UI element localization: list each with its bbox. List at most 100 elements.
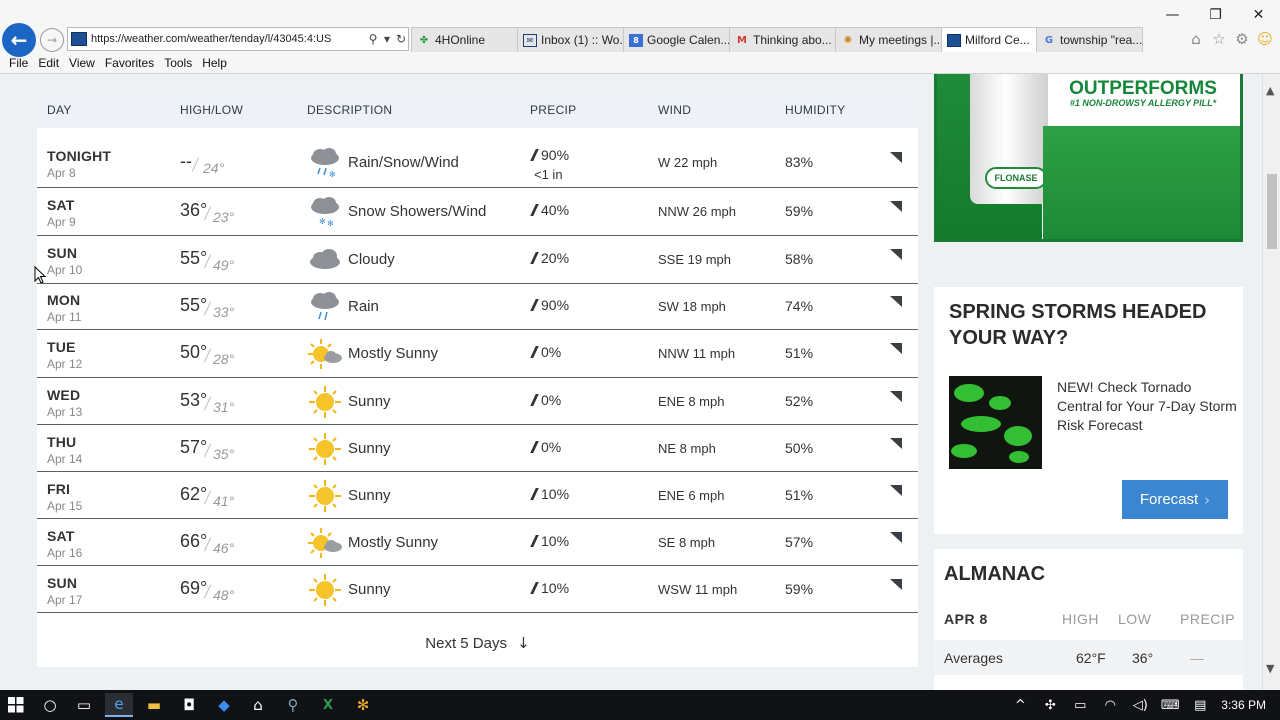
favorites-star-icon[interactable]: ☆ [1210, 30, 1228, 48]
home-icon[interactable]: ⌂ [1187, 30, 1205, 48]
expand-row-icon[interactable] [890, 391, 902, 402]
low-temp: 41° [213, 493, 235, 509]
tab-4honline[interactable]: ✤ 4HOnline [411, 27, 518, 52]
store-icon[interactable]: ◘ [175, 693, 203, 717]
radar-thumbnail-image[interactable] [949, 376, 1042, 469]
day-name: TONIGHT [47, 148, 112, 164]
search-icon[interactable]: ⚲ [366, 32, 380, 46]
back-button[interactable]: ← [2, 23, 36, 57]
forecast-row[interactable]: SAT Apr 16 66° 46° Mostly Sunny 10% SE 8… [37, 519, 918, 566]
arrow-down-icon: ↓ [517, 634, 530, 652]
tab-milford-weather[interactable]: Milford Ce... ✕ [941, 27, 1037, 52]
menu-favorites[interactable]: Favorites [100, 55, 159, 73]
expand-row-icon[interactable] [890, 438, 902, 449]
dropdown-arrow-icon[interactable]: ▾ [380, 32, 394, 46]
raindrop-icon [530, 204, 539, 216]
forecast-row[interactable]: SUN Apr 10 55° 49° Cloudy 20% SSE 19 mph… [37, 236, 918, 284]
humidity: 59% [785, 203, 814, 219]
forward-button[interactable]: → [40, 28, 64, 52]
scroll-down-icon[interactable]: ▼ [1266, 662, 1274, 675]
day-date: Apr 10 [47, 263, 83, 277]
address-bar[interactable]: https://weather.com/weather/tenday/l/430… [67, 27, 409, 51]
keyboard-icon[interactable]: ⌨ [1155, 698, 1185, 713]
humidity: 57% [785, 534, 814, 550]
day-name: WED [47, 387, 81, 403]
snowflake-app-icon[interactable]: ✻ [349, 693, 377, 717]
next-5-days-link[interactable]: Next 5 Days ↓ [37, 634, 918, 652]
precip-chance: 0% [530, 439, 562, 455]
almanac-date: APR 8 [944, 611, 988, 627]
sunny-icon [307, 384, 343, 420]
expand-row-icon[interactable] [890, 201, 902, 212]
tab-google-search[interactable]: G township "rea... [1036, 27, 1143, 52]
dropbox-icon[interactable]: ◆ [210, 693, 238, 717]
sunny-icon [307, 478, 343, 514]
excel-icon[interactable]: X [314, 693, 342, 717]
wifi-icon[interactable]: ◠ [1095, 698, 1125, 713]
page-scrollbar[interactable]: ▲ ▼ [1262, 74, 1280, 690]
search-app-icon[interactable]: ⚲ [279, 693, 307, 717]
expand-row-icon[interactable] [890, 296, 902, 307]
forecast-row[interactable]: SAT Apr 9 36° 23° ✻ ✻ Snow Showers/Wind 4… [37, 188, 918, 236]
url-text[interactable]: https://weather.com/weather/tenday/l/430… [91, 33, 366, 45]
expand-row-icon[interactable] [890, 532, 902, 543]
weather-tab-icon [947, 33, 961, 47]
forecast-row[interactable]: WED Apr 13 53° 31° Sunny 0% ENE 8 mph 52… [37, 378, 918, 425]
day-date: Apr 14 [47, 452, 83, 466]
scroll-thumb[interactable] [1267, 174, 1277, 249]
precip-chance: 20% [530, 250, 569, 266]
cortana-search-icon[interactable]: ○ [36, 693, 64, 717]
tab-inbox[interactable]: ✉ Inbox (1) :: Wo... [517, 27, 624, 52]
internet-explorer-icon[interactable]: e [105, 693, 133, 717]
promo-text[interactable]: NEW! Check Tornado Central for Your 7-Da… [1057, 378, 1237, 435]
forecast-row[interactable]: SUN Apr 17 69° 48° Sunny 10% WSW 11 mph … [37, 566, 918, 613]
forecast-row[interactable]: FRI Apr 15 62° 41° Sunny 10% ENE 6 mph 5… [37, 472, 918, 519]
raindrop-icon [530, 535, 539, 547]
raindrop-icon [530, 299, 539, 311]
header-day: DAY [47, 103, 72, 117]
allergy-ad-banner[interactable]: FLONASE OUTPERFORMS #1 NON-DROWSY ALLERG… [934, 74, 1243, 242]
taskbar-clock[interactable]: 3:36 PM [1215, 698, 1280, 712]
mail-icon: ✉ [523, 33, 537, 47]
low-temp: 35° [213, 446, 235, 462]
tab-my-meetings[interactable]: ✺ My meetings |... [835, 27, 942, 52]
forecast-row[interactable]: TONIGHT Apr 8 -- 24° ✻ Rain/Snow/Wind 90… [37, 138, 918, 188]
tab-gmail[interactable]: M Thinking abo... [729, 27, 836, 52]
battery-icon[interactable]: ▭ [1065, 698, 1095, 713]
raindrop-icon [530, 582, 539, 594]
tray-chevron-up-icon[interactable]: ^ [1005, 698, 1035, 713]
volume-icon[interactable]: ◁) [1125, 698, 1155, 713]
menu-view[interactable]: View [64, 55, 100, 73]
notifications-icon[interactable]: ▤ [1185, 698, 1215, 713]
tray-app-icon[interactable]: ✣ [1035, 698, 1065, 713]
windows-start-icon[interactable] [2, 693, 30, 717]
ad-brand-label: FLONASE [985, 167, 1047, 189]
forecast-button[interactable]: Forecast › [1122, 480, 1228, 519]
file-explorer-icon[interactable]: ▬ [140, 693, 168, 717]
feedback-smiley-icon[interactable]: ☺ [1256, 30, 1274, 48]
expand-row-icon[interactable] [890, 343, 902, 354]
tab-google-calendar[interactable]: 8 Google Calen... [623, 27, 730, 52]
menu-edit[interactable]: Edit [33, 55, 64, 73]
expand-row-icon[interactable] [890, 485, 902, 496]
high-temp: 55° [180, 295, 208, 315]
scroll-up-icon[interactable]: ▲ [1266, 84, 1274, 97]
promo-title: SPRING STORMS HEADED YOUR WAY? [949, 301, 1207, 349]
expand-row-icon[interactable] [890, 249, 902, 260]
forecast-row[interactable]: TUE Apr 12 50° 28° Mostly Sunny 0% NNW 1… [37, 330, 918, 378]
task-view-icon[interactable]: ▭ [70, 693, 98, 717]
day-name: SAT [47, 197, 75, 213]
menu-file[interactable]: File [4, 55, 33, 73]
forecast-row[interactable]: MON Apr 11 55° 33° Rain 90% SW 18 mph 74… [37, 284, 918, 330]
expand-row-icon[interactable] [890, 152, 902, 163]
precip-value: 0% [541, 439, 562, 455]
refresh-icon[interactable]: ↻ [394, 32, 408, 46]
expand-row-icon[interactable] [890, 579, 902, 590]
forecast-row[interactable]: THU Apr 14 57° 35° Sunny 0% NE 8 mph 50% [37, 425, 918, 472]
home-app-icon[interactable]: ⌂ [244, 693, 272, 717]
menu-help[interactable]: Help [197, 55, 232, 73]
settings-gear-icon[interactable]: ⚙ [1233, 30, 1251, 48]
menu-tools[interactable]: Tools [159, 55, 197, 73]
ad-headline: OUTPERFORMS [1069, 78, 1217, 99]
weather-description: Sunny [348, 581, 391, 598]
